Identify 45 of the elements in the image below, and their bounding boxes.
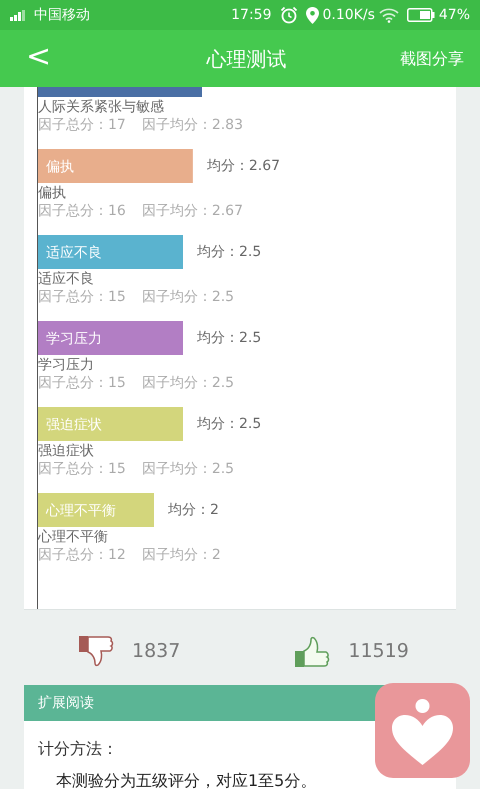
- thumbs-down-icon[interactable]: [78, 635, 116, 668]
- wifi-icon: [378, 8, 399, 22]
- bar-text: 适应不良: [46, 245, 102, 261]
- battery-icon: [406, 8, 435, 22]
- clock-time: 17:59: [231, 6, 272, 24]
- bar-text: 心理不平衡: [46, 503, 116, 519]
- total-score: 因子总分：15: [38, 374, 126, 393]
- total-score: 因子总分：17: [38, 116, 126, 135]
- factor-name: 适应不良: [38, 271, 95, 288]
- alarm-icon: [280, 6, 298, 24]
- network-speed: 0.10K/s: [322, 6, 375, 24]
- share-screenshot-link[interactable]: 截图分享: [400, 46, 480, 70]
- page-title: 心理测试: [205, 46, 288, 72]
- factor-name: 偏执: [38, 185, 67, 202]
- average-score: 因子均分：2: [142, 546, 221, 565]
- total-score: 因子总分：15: [38, 288, 126, 307]
- average-score: 因子均分：2.5: [142, 374, 234, 393]
- like-count: 11519: [348, 639, 409, 664]
- average-score: 因子均分：2.67: [142, 202, 243, 221]
- total-score: 因子总分：16: [38, 202, 126, 221]
- bar-text: 强迫症状: [46, 417, 102, 433]
- average-score: 因子均分：2.5: [142, 288, 234, 307]
- average-label: 均分：2.5: [197, 242, 262, 262]
- bar-text: 偏执: [46, 159, 74, 175]
- total-score: 因子总分：15: [38, 460, 126, 479]
- average-score: 因子均分：2.5: [142, 460, 234, 479]
- factor-name: 人际关系紧张与敏感: [38, 99, 165, 116]
- average-label: 均分：2.5: [197, 414, 262, 434]
- dislike-count: 1837: [132, 639, 180, 664]
- section-heading: 计分方法：: [38, 738, 119, 760]
- heart-app-icon[interactable]: [375, 683, 470, 778]
- average-label: 均分：2.67: [206, 156, 280, 176]
- location-icon: [306, 6, 318, 24]
- back-button[interactable]: <: [0, 42, 64, 76]
- average-score: 因子均分：2.83: [142, 116, 243, 135]
- average-label: 均分：2.5: [197, 328, 262, 348]
- average-label: 均分：2: [168, 500, 219, 520]
- bar-text: 学习压力: [46, 331, 102, 347]
- factor-name: 强迫症状: [38, 443, 95, 460]
- battery-percent: 47%: [438, 6, 470, 24]
- body-text: 本测验分为五级评分，对应1至5分。: [55, 770, 318, 789]
- factor-name: 心理不平衡: [38, 529, 109, 546]
- carrier-name: 中国移动: [34, 6, 90, 24]
- total-score: 因子总分：12: [38, 546, 126, 565]
- factor-name: 学习压力: [38, 357, 95, 374]
